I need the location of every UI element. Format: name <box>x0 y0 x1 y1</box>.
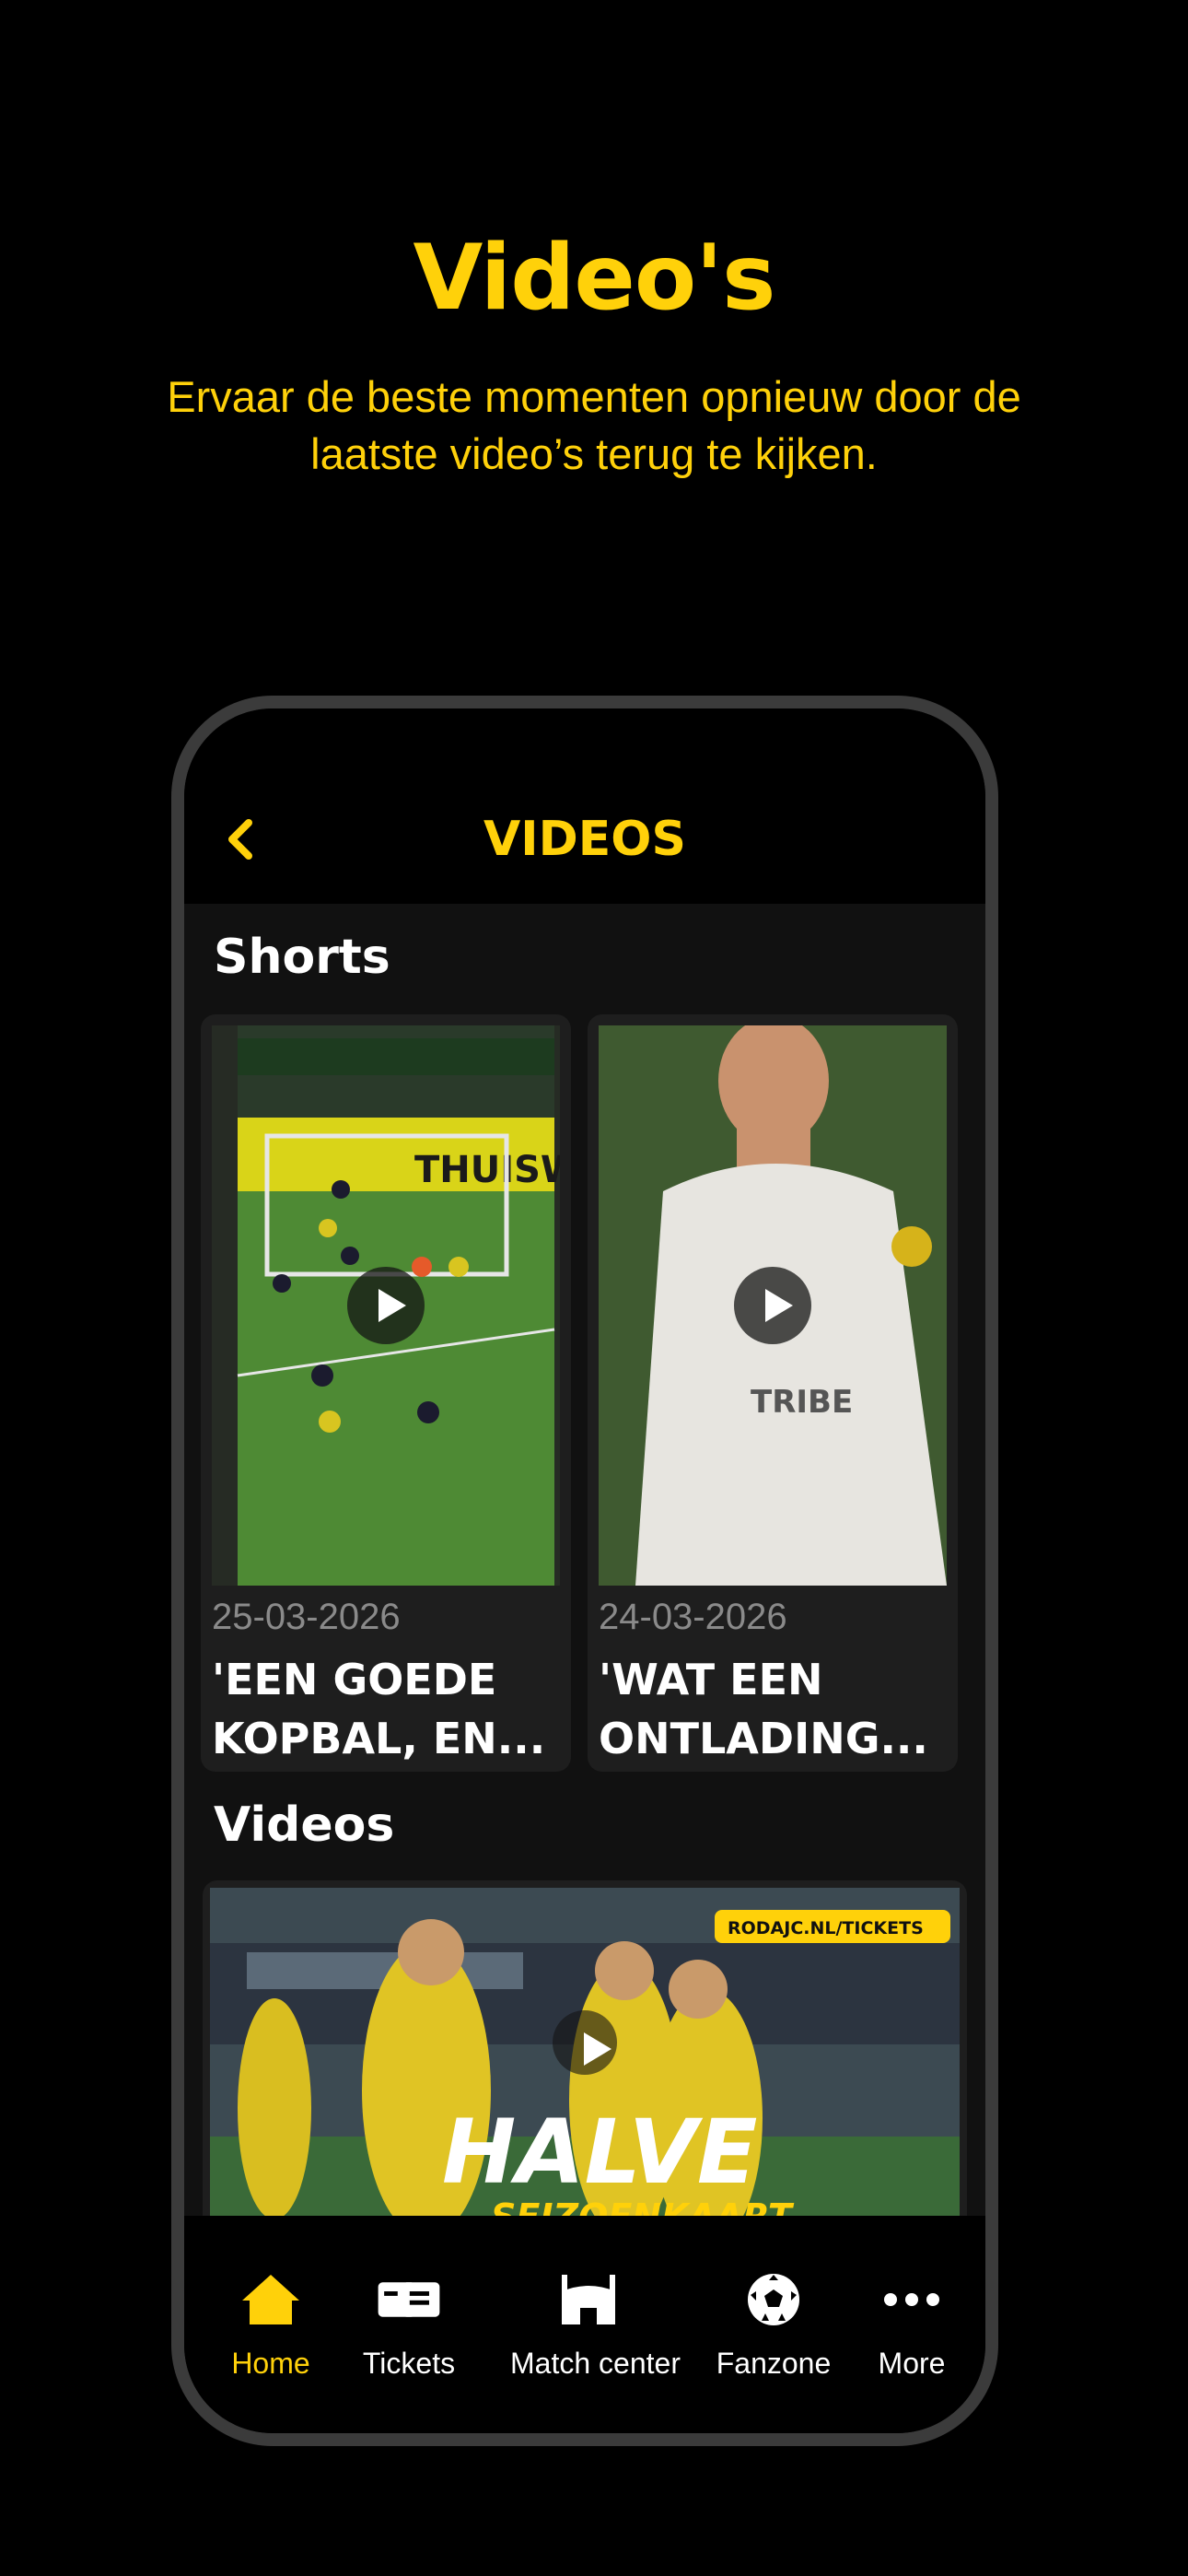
short-date: 24-03-2026 <box>599 1597 787 1637</box>
nav-header: VIDEOS <box>184 708 985 904</box>
play-icon[interactable] <box>734 1267 811 1344</box>
tab-bar: Home Tickets Match center Fanzone More <box>184 2216 985 2433</box>
short-card[interactable]: THUISWE <box>201 1014 571 1772</box>
tab-label: Tickets <box>362 2347 456 2380</box>
promo-subtitle: Ervaar de beste momenten opnieuw door de… <box>167 372 1021 478</box>
tab-home[interactable]: Home <box>197 2271 344 2381</box>
home-icon <box>242 2275 299 2324</box>
short-thumbnail: TRIBE <box>599 1025 947 1586</box>
short-title: 'WAT EEN ONTLADING... <box>599 1655 928 1763</box>
short-title: 'EEN GOEDE KOPBAL, EN... <box>212 1655 546 1763</box>
tab-match-center[interactable]: Match center <box>510 2271 681 2381</box>
tickets-banner: RODAJC.NL/TICKETS <box>728 1918 924 1938</box>
tab-fanzone[interactable]: Fanzone <box>700 2271 847 2381</box>
tab-tickets[interactable]: Tickets <box>335 2271 483 2381</box>
short-thumbnail: THUISWE <box>212 1025 560 1586</box>
stadium-icon <box>562 2275 615 2324</box>
video-card[interactable]: RODAJC.NL/TICKETS HALVE SEIZOENKAART <box>203 1880 967 2240</box>
ticket-icon <box>378 2282 440 2317</box>
tab-label: More <box>878 2347 946 2380</box>
short-date: 25-03-2026 <box>212 1597 401 1637</box>
tab-more[interactable]: More <box>838 2271 985 2381</box>
phone-frame: VIDEOS Shorts THUISWE <box>171 696 998 2446</box>
svg-text:THUISWE: THUISWE <box>414 1149 560 1191</box>
play-icon[interactable] <box>347 1267 425 1344</box>
shorts-heading: Shorts <box>214 930 390 985</box>
football-icon <box>748 2274 799 2325</box>
tab-label: Home <box>231 2347 310 2380</box>
video-thumbnail: RODAJC.NL/TICKETS HALVE SEIZOENKAART <box>210 1888 960 2240</box>
video-headline: HALVE <box>442 2101 757 2204</box>
tab-label: Fanzone <box>716 2347 832 2380</box>
content-scroll[interactable]: Shorts THUISWE <box>184 904 985 2240</box>
short-card[interactable]: TRIBE 24-03-2026 'WAT EEN ONTLADING... <box>588 1014 958 1772</box>
tab-label: Match center <box>510 2347 681 2380</box>
videos-heading: Videos <box>214 1797 395 1853</box>
svg-text:TRIBE: TRIBE <box>751 1384 853 1421</box>
page-title: VIDEOS <box>483 812 686 867</box>
promo-title: Video's <box>413 226 776 331</box>
play-icon[interactable] <box>553 2010 617 2075</box>
more-dots-icon <box>884 2293 939 2306</box>
app-screen: VIDEOS Shorts THUISWE <box>184 708 985 2433</box>
